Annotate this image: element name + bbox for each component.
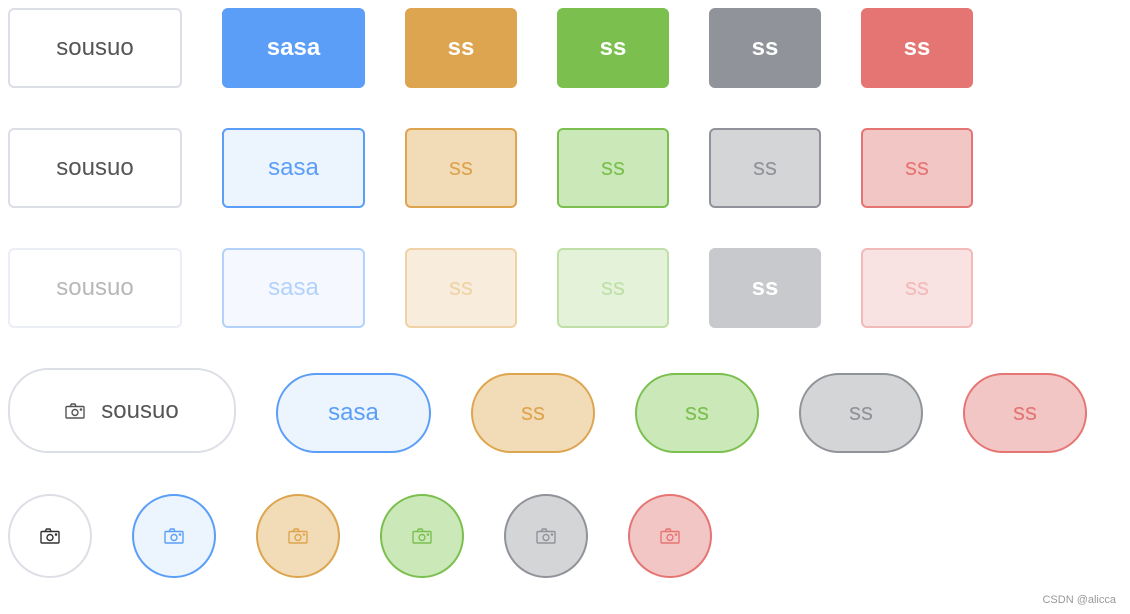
ss-round-warning-button[interactable]: ss xyxy=(471,373,595,453)
button-label: sousuo xyxy=(101,396,179,424)
button-label: ss xyxy=(751,34,779,61)
button-label: ss xyxy=(601,154,625,181)
ss-plain-info-button[interactable]: ss xyxy=(709,128,821,208)
ss-disabled-danger-button: ss xyxy=(861,248,973,328)
button-label: ss xyxy=(449,274,473,301)
button-label: sasa xyxy=(266,34,321,61)
camera-circle-info-button[interactable] xyxy=(504,494,588,578)
camera-icon xyxy=(288,528,308,544)
sasa-primary-button[interactable]: sasa xyxy=(222,8,365,88)
button-label: sousuo xyxy=(56,274,134,301)
ss-warning-button[interactable]: ss xyxy=(405,8,517,88)
camera-icon xyxy=(164,528,184,544)
ss-disabled-info-button: ss xyxy=(709,248,821,328)
camera-icon xyxy=(40,528,60,544)
button-label: sousuo xyxy=(56,154,134,181)
button-label: ss xyxy=(905,274,929,301)
button-label: sousuo xyxy=(56,34,134,61)
button-label: ss xyxy=(849,399,873,426)
button-label: ss xyxy=(905,154,929,181)
camera-icon xyxy=(660,528,680,544)
button-label: ss xyxy=(521,399,545,426)
ss-danger-button[interactable]: ss xyxy=(861,8,973,88)
camera-icon xyxy=(65,402,85,419)
ss-plain-danger-button[interactable]: ss xyxy=(861,128,973,208)
button-label: ss xyxy=(449,154,473,181)
ss-round-success-button[interactable]: ss xyxy=(635,373,759,453)
sasa-round-primary-button[interactable]: sasa xyxy=(276,373,431,453)
button-label: ss xyxy=(1013,399,1037,426)
sasa-disabled-primary-button: sasa xyxy=(222,248,365,328)
ss-disabled-warning-button: ss xyxy=(405,248,517,328)
ss-info-button[interactable]: ss xyxy=(709,8,821,88)
sousuo-plain-default-button[interactable]: sousuo xyxy=(8,128,182,208)
button-label: sasa xyxy=(328,399,379,426)
camera-icon xyxy=(412,528,432,544)
ss-success-button[interactable]: ss xyxy=(557,8,669,88)
camera-circle-primary-button[interactable] xyxy=(132,494,216,578)
camera-circle-success-button[interactable] xyxy=(380,494,464,578)
button-label: sasa xyxy=(268,154,319,181)
button-label: ss xyxy=(903,34,931,61)
ss-round-info-button[interactable]: ss xyxy=(799,373,923,453)
button-label: ss xyxy=(599,34,627,61)
watermark: CSDN @alicca xyxy=(1042,594,1116,606)
button-label: ss xyxy=(751,274,779,301)
button-label: ss xyxy=(753,154,777,181)
ss-disabled-success-button: ss xyxy=(557,248,669,328)
ss-plain-warning-button[interactable]: ss xyxy=(405,128,517,208)
camera-circle-default-button[interactable] xyxy=(8,494,92,578)
button-label: ss xyxy=(601,274,625,301)
button-label: sasa xyxy=(268,274,319,301)
button-label: ss xyxy=(447,34,475,61)
camera-circle-danger-button[interactable] xyxy=(628,494,712,578)
sasa-plain-primary-button[interactable]: sasa xyxy=(222,128,365,208)
sousuo-default-button[interactable]: sousuo xyxy=(8,8,182,88)
sousuo-disabled-default-button: sousuo xyxy=(8,248,182,328)
camera-icon xyxy=(536,528,556,544)
ss-plain-success-button[interactable]: ss xyxy=(557,128,669,208)
button-label: ss xyxy=(685,399,709,426)
camera-circle-warning-button[interactable] xyxy=(256,494,340,578)
ss-round-danger-button[interactable]: ss xyxy=(963,373,1087,453)
sousuo-round-icon-button[interactable]: sousuo xyxy=(8,368,236,453)
